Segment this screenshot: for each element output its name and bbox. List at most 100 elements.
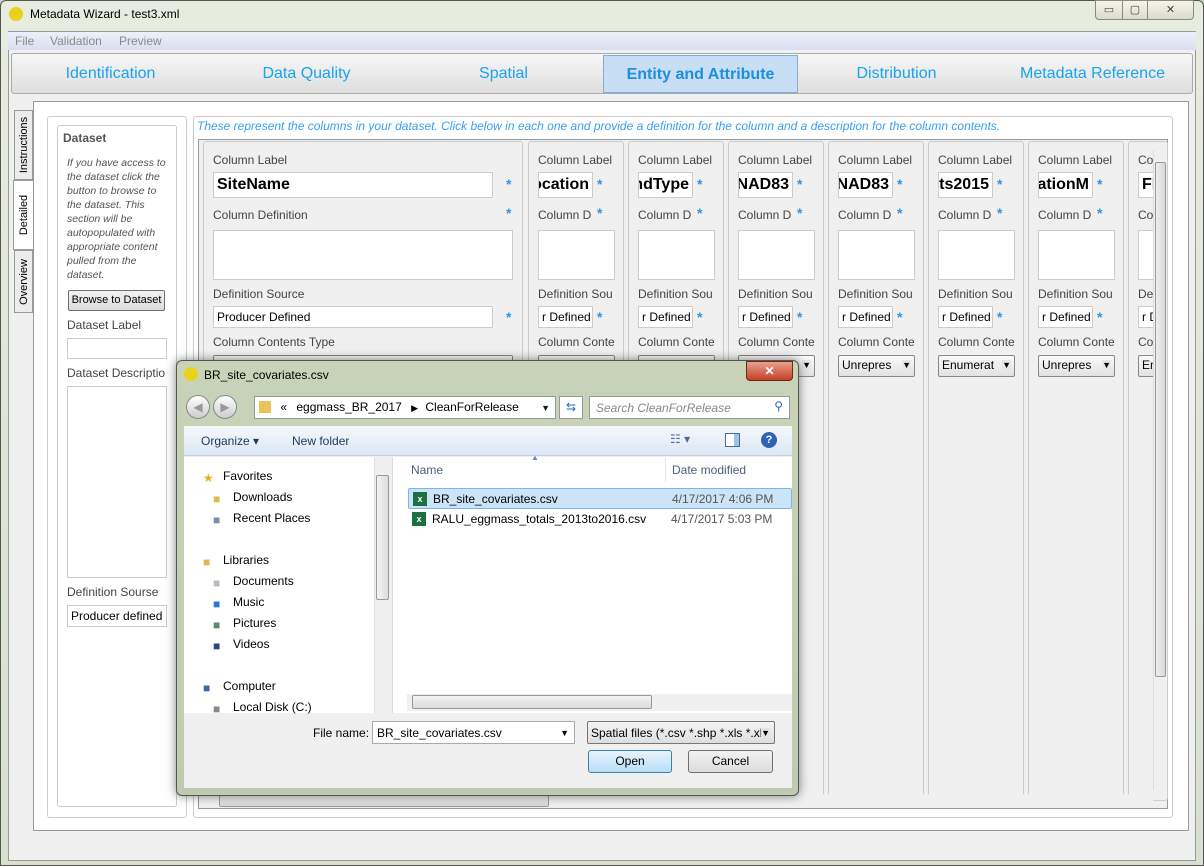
- definition-source-input[interactable]: r Defined: [738, 306, 793, 328]
- nav-videos[interactable]: ■ Videos: [213, 637, 269, 653]
- cancel-button[interactable]: Cancel: [688, 750, 773, 773]
- back-button[interactable]: ◀: [186, 395, 210, 419]
- file-type-filter[interactable]: Spatial files (*.csv *.shp *.xls *.xl ▼: [587, 721, 775, 744]
- file-list-horizontal-scrollbar[interactable]: [407, 694, 792, 711]
- menu-validation[interactable]: Validation: [50, 34, 102, 48]
- file-list-scroll-thumb[interactable]: [412, 695, 652, 709]
- chevron-down-icon[interactable]: ▼: [560, 728, 569, 738]
- nav-favorites[interactable]: ★ Favorites: [203, 469, 272, 485]
- required-marker: *: [697, 309, 703, 325]
- definition-source-input[interactable]: r Defined: [1038, 306, 1093, 328]
- preview-pane-icon[interactable]: [725, 433, 740, 447]
- side-tab-detailed[interactable]: Detailed: [13, 180, 34, 250]
- tab-identification[interactable]: Identification: [13, 55, 208, 93]
- vertical-scrollbar[interactable]: [1153, 150, 1167, 790]
- column-definition-input[interactable]: [938, 230, 1015, 280]
- address-dropdown-icon[interactable]: ▼: [541, 403, 550, 413]
- required-marker: *: [506, 176, 512, 192]
- new-folder-button[interactable]: New folder: [292, 434, 349, 448]
- column-label-input[interactable]: NAD83: [738, 172, 793, 198]
- chevron-down-icon[interactable]: ▼: [761, 728, 770, 738]
- browse-to-dataset-button[interactable]: Browse to Dataset: [68, 290, 165, 311]
- column-definition-input[interactable]: [638, 230, 715, 280]
- maximize-button[interactable]: ▢: [1122, 0, 1148, 20]
- dialog-close-button[interactable]: ✕: [746, 361, 793, 381]
- column-label-input[interactable]: ationM: [1038, 172, 1093, 198]
- nav-pictures[interactable]: ■ Pictures: [213, 616, 276, 632]
- tab-spatial[interactable]: Spatial: [406, 55, 601, 93]
- close-button[interactable]: ✕: [1147, 0, 1194, 20]
- vertical-scroll-thumb[interactable]: [1155, 162, 1166, 677]
- breadcrumb-separator-icon[interactable]: ▶: [411, 403, 418, 413]
- open-button[interactable]: Open: [588, 750, 672, 773]
- downloads-folder-icon: ■: [213, 492, 221, 506]
- column-definition-input[interactable]: [738, 230, 815, 280]
- tab-distribution[interactable]: Distribution: [799, 55, 994, 93]
- address-bar[interactable]: « eggmass_BR_2017 ▶ CleanForRelease ▼: [254, 396, 556, 419]
- definition-source-input[interactable]: r Defined: [938, 306, 993, 328]
- nav-scroll-thumb[interactable]: [376, 475, 389, 600]
- column-definition-input[interactable]: [213, 230, 513, 280]
- required-marker: *: [1097, 205, 1103, 221]
- tab-metadata-reference[interactable]: Metadata Reference: [995, 55, 1190, 93]
- side-tab-label: Instructions: [17, 116, 30, 174]
- nav-music[interactable]: ■ Music: [213, 595, 264, 611]
- definition-source-input[interactable]: Producer Defined: [213, 306, 493, 328]
- column-contents-type-dropdown[interactable]: Unrepres ▼: [1038, 355, 1115, 377]
- nav-scrollbar[interactable]: [374, 457, 390, 713]
- nav-computer[interactable]: ■ Computer: [203, 679, 276, 695]
- breadcrumb-current[interactable]: CleanForRelease: [425, 400, 518, 414]
- column-label-input[interactable]: ocation: [538, 172, 593, 198]
- forward-button[interactable]: ▶: [213, 395, 237, 419]
- tab-entity-and-attribute[interactable]: Entity and Attribute: [603, 55, 798, 93]
- menu-file[interactable]: File: [15, 34, 34, 48]
- column-label-input[interactable]: NAD83: [838, 172, 893, 198]
- refresh-icon[interactable]: ⇆: [559, 396, 583, 419]
- column-header-name[interactable]: Name: [411, 463, 443, 477]
- organize-button[interactable]: Organize ▾: [201, 434, 259, 448]
- side-tab-overview[interactable]: Overview: [14, 250, 33, 313]
- column-contents-type-dropdown[interactable]: Unrepres ▼: [838, 355, 915, 377]
- nav-documents[interactable]: ■ Documents: [213, 574, 294, 590]
- menu-preview[interactable]: Preview: [119, 34, 162, 48]
- column-label-input[interactable]: SiteName: [213, 172, 493, 198]
- breadcrumb-parent[interactable]: eggmass_BR_2017: [296, 400, 401, 414]
- column-definition-caption: Column D: [1038, 208, 1092, 222]
- column-definition-input[interactable]: [1038, 230, 1115, 280]
- horizontal-scroll-thumb[interactable]: [219, 795, 549, 807]
- file-name: BR_site_covariates.csv: [433, 492, 558, 506]
- nav-downloads[interactable]: ■ Downloads: [213, 490, 292, 506]
- file-row[interactable]: x RALU_eggmass_totals_2013to2016.csv 4/1…: [408, 509, 792, 530]
- column-definition-input[interactable]: [538, 230, 615, 280]
- nav-item-label: Libraries: [223, 553, 270, 567]
- dataset-description-input[interactable]: [67, 386, 167, 578]
- horizontal-scrollbar[interactable]: [199, 794, 1153, 808]
- definition-source-input[interactable]: Producer defined: [67, 605, 167, 627]
- view-options-icon[interactable]: ☷ ▾: [670, 432, 690, 446]
- nav-recent-places[interactable]: ■ Recent Places: [213, 511, 310, 527]
- excel-csv-icon: x: [413, 492, 427, 506]
- file-row[interactable]: x BR_site_covariates.csv 4/17/2017 4:06 …: [408, 488, 792, 509]
- search-input[interactable]: Search CleanForRelease ⚲: [589, 396, 790, 419]
- column-definition-input[interactable]: [838, 230, 915, 280]
- minimize-button[interactable]: ▭: [1095, 0, 1123, 20]
- column-label-caption: Column Label: [738, 153, 813, 167]
- column-label-caption: Column Label: [838, 153, 913, 167]
- nav-local-disk[interactable]: ■ Local Disk (C:): [213, 700, 312, 716]
- column-label-input[interactable]: ts2015: [938, 172, 993, 198]
- definition-source-input[interactable]: r Defined: [838, 306, 893, 328]
- column-header-date[interactable]: Date modified: [672, 463, 746, 477]
- search-icon[interactable]: ⚲: [774, 399, 783, 413]
- column-label-input[interactable]: ndType: [638, 172, 693, 198]
- column-label-caption: Column Label: [638, 153, 713, 167]
- nav-libraries[interactable]: ■ Libraries: [203, 553, 270, 569]
- file-name-input[interactable]: BR_site_covariates.csv ▼: [372, 721, 575, 744]
- help-icon[interactable]: ?: [761, 432, 777, 448]
- side-tab-instructions[interactable]: Instructions: [14, 110, 33, 180]
- definition-source-input[interactable]: r Defined: [638, 306, 693, 328]
- definition-source-input[interactable]: r Defined: [538, 306, 593, 328]
- dataset-label-input[interactable]: [67, 338, 167, 359]
- breadcrumb-overflow[interactable]: «: [280, 400, 287, 414]
- column-contents-type-dropdown[interactable]: Enumerat ▼: [938, 355, 1015, 377]
- tab-data-quality[interactable]: Data Quality: [209, 55, 404, 93]
